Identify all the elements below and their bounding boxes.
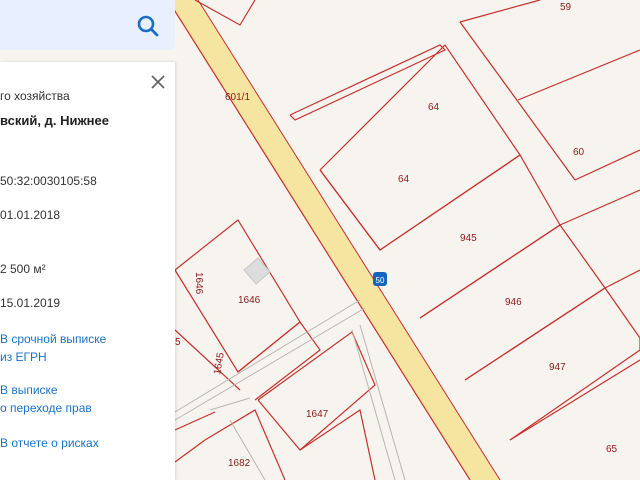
- egrn-extract-link-line2: из ЕГРН: [0, 350, 47, 364]
- plot-label-64a: 64: [428, 102, 440, 113]
- plot-label-64b: 64: [398, 174, 410, 185]
- plot-label-60: 60: [573, 147, 585, 158]
- rights-transfer-link-line1: В выписке: [0, 383, 58, 397]
- search-bar: [0, 0, 175, 52]
- plot-label-5: 5: [175, 337, 181, 348]
- search-input[interactable]: [0, 0, 134, 52]
- plot-label-1646-vertical: 1646: [193, 272, 204, 295]
- plot-label-1646: 1646: [238, 295, 261, 306]
- plot-label-1647: 1647: [306, 409, 329, 420]
- info-panel: го хозяйства вский, д. Нижнее 50:32:0030…: [0, 62, 175, 480]
- close-button[interactable]: [148, 72, 168, 92]
- plot-label-65: 65: [606, 444, 618, 455]
- update-date: 15.01.2019: [0, 296, 61, 310]
- area-value: 2 500 м²: [0, 262, 46, 276]
- close-icon: [151, 75, 165, 89]
- road-marker-label: 50: [376, 276, 385, 285]
- plot-label-601-1: 601/1: [225, 92, 250, 103]
- land-category-text: го хозяйства: [0, 89, 70, 103]
- rights-transfer-link-line2: о переходе прав: [0, 401, 92, 415]
- egrn-extract-link-line1: В срочной выписке: [0, 332, 107, 346]
- egrn-extract-link[interactable]: В срочной выписке из ЕГРН: [0, 330, 106, 366]
- cadastral-number: 50:32:0030105:58: [0, 174, 97, 188]
- search-button[interactable]: [134, 12, 162, 40]
- plot-label-59: 59: [560, 2, 572, 13]
- plot-label-1682: 1682: [228, 458, 251, 469]
- plot-label-946: 946: [505, 297, 522, 308]
- plot-label-947: 947: [549, 362, 566, 373]
- plot-label-945: 945: [460, 233, 477, 244]
- search-icon: [137, 15, 159, 37]
- risk-report-link[interactable]: В отчете о рисках: [0, 434, 99, 452]
- address-text: вский, д. Нижнее: [0, 113, 109, 128]
- rights-transfer-link[interactable]: В выписке о переходе прав: [0, 381, 92, 417]
- registration-date: 01.01.2018: [0, 208, 61, 222]
